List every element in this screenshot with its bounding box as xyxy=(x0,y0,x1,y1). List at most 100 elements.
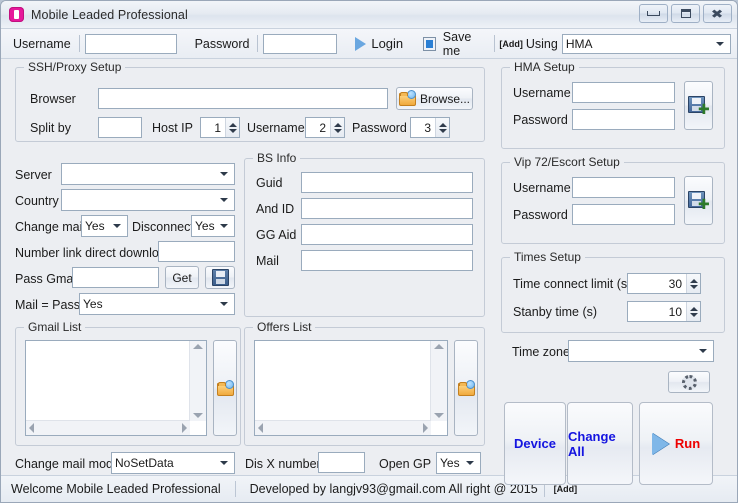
ssh-password-label: Password xyxy=(352,121,407,135)
mail-eq-pass-value: Yes xyxy=(83,297,103,311)
time-zone-select[interactable] xyxy=(568,340,714,362)
bs-mail-input[interactable] xyxy=(301,250,473,271)
change-all-button[interactable]: Change All xyxy=(567,402,633,485)
time-zone-settings-button[interactable] xyxy=(668,371,710,393)
time-connect-limit-label: Time connect limit (s) xyxy=(513,277,632,291)
hma-password-input[interactable] xyxy=(572,109,675,130)
get-button-label: Get xyxy=(172,270,192,285)
bs-info-group: BS Info Guid And ID GG Aid Mail xyxy=(244,151,485,317)
scroll-up-icon[interactable] xyxy=(193,344,203,349)
vip72-setup-caption: Vip 72/Escort Setup xyxy=(510,155,624,169)
scroll-down-icon[interactable] xyxy=(193,413,203,418)
change-mail-select[interactable]: Yes xyxy=(81,215,128,237)
hma-username-label: Username xyxy=(513,86,571,100)
number-link-label: Number link direct download xyxy=(15,246,173,260)
chevron-down-icon xyxy=(220,198,228,202)
vip72-save-button[interactable]: ✚ xyxy=(684,176,713,225)
offers-list-load-button[interactable] xyxy=(454,340,478,436)
guid-input[interactable] xyxy=(301,172,473,193)
offers-list-caption: Offers List xyxy=(253,320,316,334)
pass-gmail-input[interactable] xyxy=(72,267,159,288)
open-gp-value: Yes xyxy=(440,456,460,470)
times-setup-caption: Times Setup xyxy=(510,250,585,264)
and-id-input[interactable] xyxy=(301,198,473,219)
standby-time-spin-buttons[interactable] xyxy=(686,302,700,321)
scroll-left-icon[interactable] xyxy=(29,423,34,433)
gg-aid-input[interactable] xyxy=(301,224,473,245)
maximize-icon xyxy=(680,9,691,18)
gmail-list-load-button[interactable] xyxy=(213,340,237,436)
save-me-checkbox[interactable] xyxy=(423,36,436,51)
gmail-list-box[interactable] xyxy=(25,340,207,436)
ssh-username-stepper[interactable]: 2 xyxy=(305,117,345,138)
add-link[interactable]: [Add] xyxy=(496,39,526,49)
ssh-username-spin-buttons[interactable] xyxy=(330,118,344,137)
disconnect-select[interactable]: Yes xyxy=(191,215,235,237)
folder-open-refresh-icon xyxy=(217,379,234,396)
host-ip-stepper[interactable]: 1 xyxy=(200,117,240,138)
username-input[interactable] xyxy=(84,33,177,54)
standby-time-stepper[interactable]: 10 xyxy=(627,301,701,322)
password-input[interactable] xyxy=(263,33,338,54)
minimize-button[interactable] xyxy=(639,4,668,23)
time-connect-limit-stepper[interactable]: 30 xyxy=(627,273,701,294)
ssh-password-value: 3 xyxy=(424,120,431,135)
host-ip-spin-buttons[interactable] xyxy=(225,118,239,137)
maximize-button[interactable] xyxy=(671,4,700,23)
open-gp-select[interactable]: Yes xyxy=(436,452,481,474)
browse-button[interactable]: Browse... xyxy=(396,87,473,110)
main-content: SSH/Proxy Setup Browser Browse... Split … xyxy=(1,59,737,485)
status-add-link[interactable]: [Add] xyxy=(551,484,581,494)
run-button[interactable]: Run xyxy=(639,402,713,485)
split-by-input[interactable] xyxy=(98,117,142,138)
hma-username-input[interactable] xyxy=(572,82,675,103)
offers-list-hscrollbar[interactable] xyxy=(255,420,431,435)
hma-save-button[interactable]: ✚ xyxy=(684,81,713,130)
mail-equals-pass-select[interactable]: Yes xyxy=(79,293,235,315)
scroll-left-icon[interactable] xyxy=(258,423,263,433)
folder-open-refresh-icon xyxy=(458,379,475,396)
browser-path-input[interactable] xyxy=(98,88,388,109)
save-me-label: Save me xyxy=(442,29,472,58)
time-zone-label: Time zone xyxy=(512,345,570,359)
time-connect-limit-value: 30 xyxy=(668,276,682,291)
close-button[interactable]: ✖ xyxy=(703,4,732,23)
scroll-up-icon[interactable] xyxy=(434,344,444,349)
standby-time-value: 10 xyxy=(668,304,682,319)
login-button[interactable]: Login xyxy=(349,36,409,51)
server-select[interactable] xyxy=(61,163,235,185)
mail-eq-pass-label: Mail = Pass xyxy=(15,298,80,312)
get-pass-gmail-button[interactable]: Get xyxy=(165,266,199,289)
play-triangle-icon xyxy=(651,432,669,455)
vip72-password-label: Password xyxy=(513,208,568,222)
status-welcome-text: Welcome Mobile Leaded Professional xyxy=(11,482,221,496)
vip72-password-input[interactable] xyxy=(572,204,675,225)
gmail-list-vscrollbar[interactable] xyxy=(189,341,206,421)
login-toolbar: Username Password Login Save me [Add] Us… xyxy=(1,29,737,59)
vip72-username-input[interactable] xyxy=(572,177,675,198)
device-button[interactable]: Device xyxy=(504,402,566,485)
ssh-password-stepper[interactable]: 3 xyxy=(410,117,450,138)
dis-x-number-input[interactable] xyxy=(318,452,365,473)
gmail-list-hscrollbar[interactable] xyxy=(26,420,190,435)
vip72-username-label: Username xyxy=(513,181,571,195)
ssh-password-spin-buttons[interactable] xyxy=(435,118,449,137)
scroll-right-icon[interactable] xyxy=(182,423,187,433)
ssh-username-value: 2 xyxy=(319,120,326,135)
gear-icon xyxy=(681,374,697,390)
using-provider-select[interactable]: HMA xyxy=(561,33,732,54)
country-select[interactable] xyxy=(61,189,235,211)
change-mail-mode-select[interactable]: NoSetData xyxy=(111,452,235,474)
number-link-input[interactable] xyxy=(158,241,235,262)
toolbar-divider xyxy=(78,35,80,52)
hma-setup-group: HMA Setup Username Password ✚ xyxy=(501,60,725,149)
scroll-down-icon[interactable] xyxy=(434,413,444,418)
save-pass-gmail-button[interactable] xyxy=(205,266,235,289)
offers-list-vscrollbar[interactable] xyxy=(430,341,447,421)
offers-list-box[interactable] xyxy=(254,340,448,436)
pass-gmail-label: Pass Gmail xyxy=(15,272,79,286)
toolbar-divider-2 xyxy=(257,35,259,52)
time-connect-limit-spin-buttons[interactable] xyxy=(686,274,700,293)
device-button-label: Device xyxy=(514,436,556,451)
scroll-right-icon[interactable] xyxy=(423,423,428,433)
